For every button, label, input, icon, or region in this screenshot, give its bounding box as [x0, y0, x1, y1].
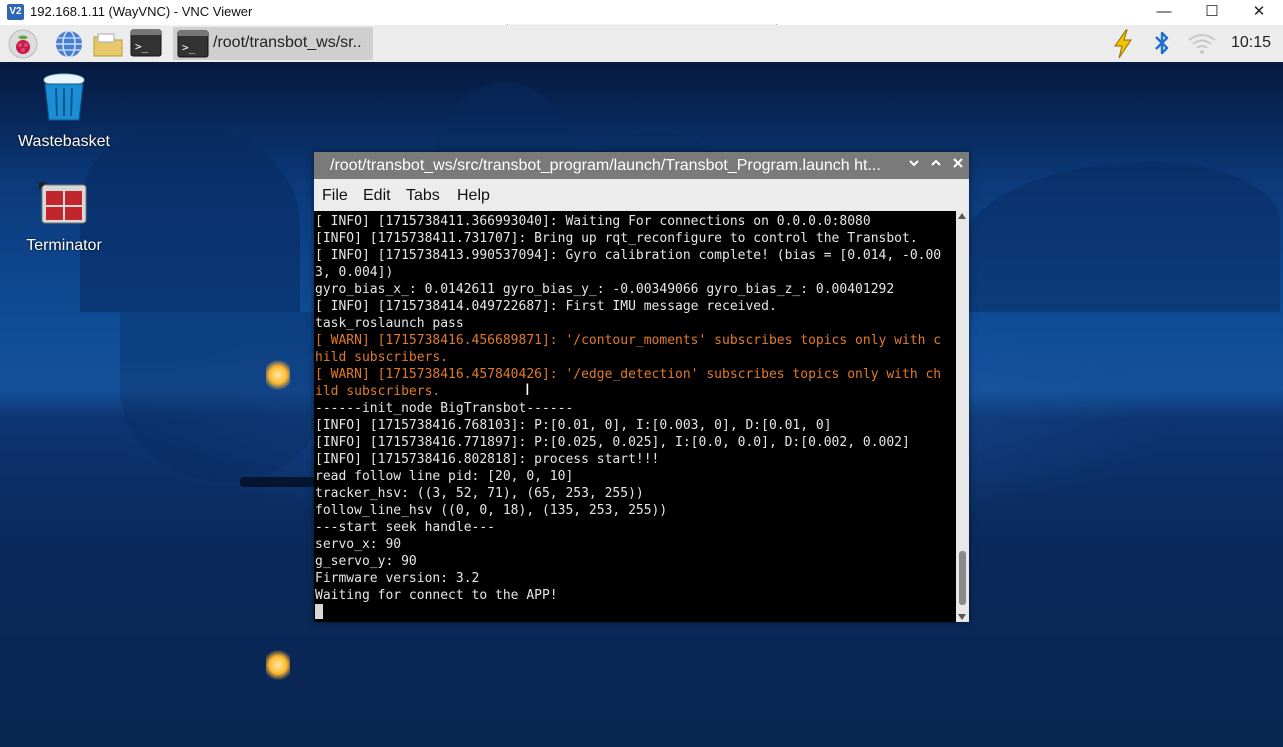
- menu-help[interactable]: Help: [457, 187, 490, 205]
- taskbar-window-button[interactable]: >_ /root/transbot_ws/sr..: [173, 27, 373, 60]
- terminal-line: [INFO] [1715738416.802818]: process star…: [315, 452, 660, 467]
- menu-edit[interactable]: Edit: [363, 187, 391, 205]
- lantern-light: [266, 360, 290, 390]
- terminal-window-title: /root/transbot_ws/src/transbot_program/l…: [330, 157, 881, 174]
- terminal-line: [ INFO] [1715738411.366993040]: Waiting …: [315, 214, 871, 229]
- taskbar-window-label: /root/transbot_ws/sr..: [213, 34, 362, 51]
- terminal-line: [INFO] [1715738416.768103]: P:[0.01, 0],…: [315, 418, 832, 433]
- menu-file[interactable]: File: [322, 187, 348, 205]
- terminal-line: [INFO] [1715738416.771897]: P:[0.025, 0.…: [315, 435, 910, 450]
- trash-icon: [43, 73, 85, 121]
- vnc-close-button[interactable]: ✕: [1236, 0, 1282, 25]
- terminal-line: g_servo_y: 90: [315, 554, 417, 569]
- terminal-close-button[interactable]: [949, 156, 967, 174]
- terminal-output[interactable]: [ INFO] [1715738411.366993040]: Waiting …: [314, 211, 956, 622]
- taskbar: >_ >_ /root/transbot_ws/sr.. 10:15: [0, 25, 1283, 63]
- terminal-warn-line: [ WARN] [1715738416.456689871]: '/contou…: [315, 333, 942, 348]
- vnc-maximize-button[interactable]: ☐: [1189, 0, 1235, 25]
- terminal-glyph: >_: [182, 41, 196, 54]
- scroll-up-arrow-icon[interactable]: [958, 213, 966, 219]
- terminal-warn-line: [ WARN] [1715738416.457840426]: '/edge_d…: [315, 367, 942, 382]
- vnc-minimize-button[interactable]: —: [1141, 0, 1187, 25]
- terminal-maximize-button[interactable]: [927, 156, 945, 174]
- web-browser-icon[interactable]: [54, 29, 84, 59]
- terminal-line: ---start seek handle---: [315, 520, 496, 535]
- desktop-icon-label: Terminator: [26, 237, 102, 254]
- terminal-warn-line: ild subscribers.: [315, 384, 441, 399]
- scroll-down-arrow-icon[interactable]: [958, 614, 966, 620]
- terminal-line: tracker_hsv: ((3, 52, 71), (65, 253, 255…: [315, 486, 644, 501]
- bluetooth-icon[interactable]: [1147, 28, 1177, 58]
- terminal-line: Firmware version: 3.2: [315, 571, 480, 586]
- terminal-icon[interactable]: >_: [130, 29, 162, 59]
- terminal-prompt-line: [315, 604, 941, 621]
- raspberry-menu-icon[interactable]: [8, 29, 38, 59]
- chevron-down-icon: [909, 160, 919, 167]
- lantern-reflection: [266, 650, 290, 680]
- close-icon: [953, 158, 963, 168]
- taskbar-clock[interactable]: 10:15: [1231, 34, 1271, 52]
- terminal-glyph: >_: [135, 40, 149, 53]
- terminal-menubar: File Edit Tabs Help: [314, 179, 969, 211]
- terminal-line: task_roslaunch pass: [315, 316, 464, 331]
- terminal-line: ------init_node BigTransbot------: [315, 401, 574, 416]
- terminal-cursor: [315, 604, 323, 619]
- chevron-up-icon: [931, 159, 941, 166]
- terminal-line: gyro_bias_x_: 0.0142611 gyro_bias_y_: -0…: [315, 282, 895, 297]
- scrollbar-thumb[interactable]: [959, 551, 966, 605]
- desktop-icon-terminator[interactable]: Terminator: [14, 182, 114, 255]
- terminal-output-lines: [ INFO] [1715738411.366993040]: Waiting …: [315, 213, 941, 621]
- terminal-minimize-button[interactable]: [905, 156, 923, 174]
- terminal-line: [ INFO] [1715738413.990537094]: Gyro cal…: [315, 248, 942, 263]
- terminal-line: [INFO] [1715738411.731707]: Bring up rqt…: [315, 231, 918, 246]
- terminal-scrollbar[interactable]: [956, 211, 969, 622]
- vnc-window-title: 192.168.1.11 (WayVNC) - VNC Viewer: [30, 4, 253, 19]
- terminal-warn-line: hild subscribers.: [315, 350, 449, 365]
- text-cursor-icon: I: [525, 380, 530, 399]
- terminal-window: /root/transbot_ws/src/transbot_program/l…: [314, 152, 969, 622]
- vnc-viewer-logo-icon: V2: [7, 4, 24, 20]
- wifi-icon[interactable]: [1186, 28, 1216, 58]
- mountain-reflection: [120, 312, 320, 482]
- menu-tabs[interactable]: Tabs: [406, 187, 440, 205]
- terminal-line: 3, 0.004]): [315, 265, 394, 280]
- terminal-line: read follow line pid: [20, 0, 10]: [315, 469, 574, 484]
- desktop-icon-label: Wastebasket: [18, 133, 110, 150]
- desktop-icon-wastebasket[interactable]: Wastebasket: [14, 72, 114, 151]
- terminator-icon: [39, 182, 87, 224]
- terminal-line: [ INFO] [1715738414.049722687]: First IM…: [315, 299, 777, 314]
- terminal-titlebar[interactable]: /root/transbot_ws/src/transbot_program/l…: [314, 152, 969, 179]
- vnc-viewer-titlebar: V2 192.168.1.11 (WayVNC) - VNC Viewer — …: [0, 0, 1283, 29]
- power-icon[interactable]: [1108, 28, 1138, 59]
- terminal-line: follow_line_hsv ((0, 0, 18), (135, 253, …: [315, 503, 668, 518]
- mountain-silhouette: [960, 162, 1280, 312]
- file-manager-icon[interactable]: [92, 29, 123, 59]
- terminal-line: servo_x: 90: [315, 537, 402, 552]
- terminal-line: Waiting for connect to the APP!: [315, 588, 558, 603]
- terminal-window-icon: >_: [177, 30, 209, 58]
